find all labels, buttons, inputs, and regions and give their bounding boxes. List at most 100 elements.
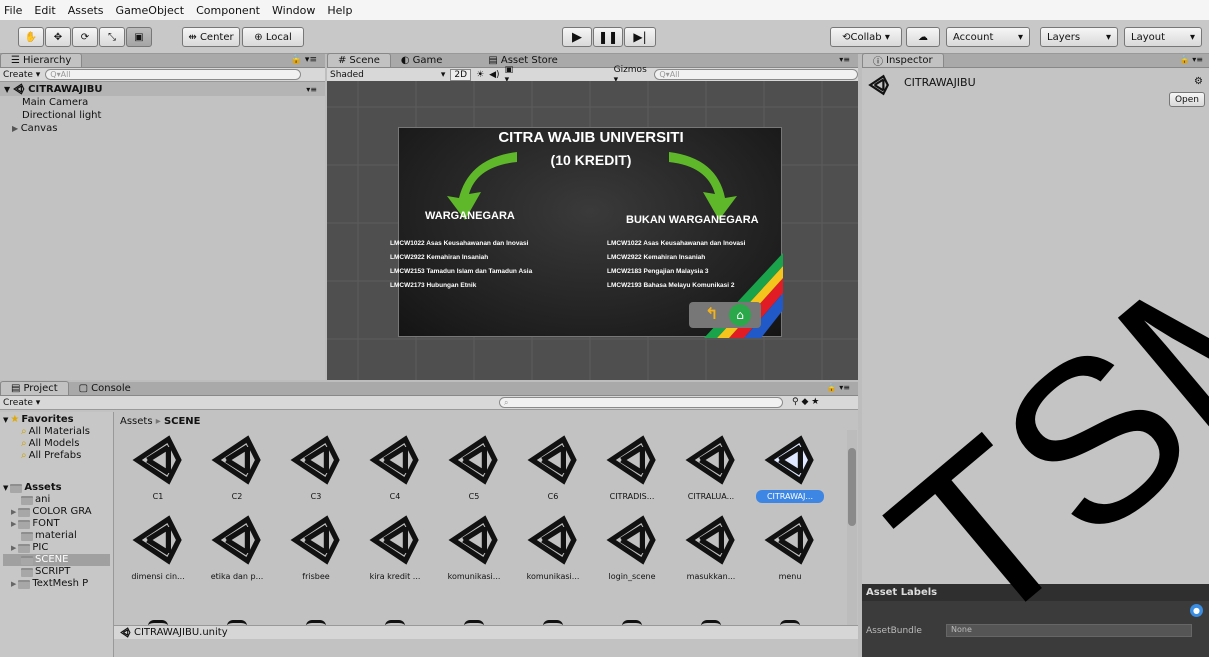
home-icon[interactable]: ⌂ [729, 304, 751, 326]
scene-asset-tile[interactable]: login_scene [592, 514, 672, 583]
folder-item-selected[interactable]: SCENE [3, 554, 110, 566]
inspector-panel: ⓘ Inspector 🔒 ▾≡ CITRAWAJIBU ⚙ Open Asset… [862, 53, 1209, 657]
menu-file[interactable]: File [4, 4, 22, 17]
scene-asset-tile[interactable]: C2 [197, 434, 277, 503]
tab-hierarchy[interactable]: ☰ Hierarchy [0, 53, 83, 67]
scene-root-row[interactable]: ▼ CITRAWAJIBU ▾≡ [0, 82, 325, 96]
tab-asset-store[interactable]: ▤ Asset Store [478, 53, 567, 67]
scene-asset-tile[interactable]: masukkan... [671, 514, 751, 583]
scene-asset-tile[interactable]: dimensi cin... [118, 514, 198, 583]
back-arrow-icon[interactable]: ↰ [705, 304, 718, 323]
panel-lock-icon[interactable]: 🔒 ▾≡ [1180, 55, 1203, 64]
label-tag-icon[interactable]: ● [1190, 604, 1203, 617]
expand-arrow-icon: ▶ [11, 508, 17, 516]
panel-lock-icon[interactable]: 🔒 ▾≡ [827, 383, 850, 392]
menu-edit[interactable]: Edit [34, 4, 55, 17]
menu-gameobject[interactable]: GameObject [116, 4, 185, 17]
scene-asset-label: login_scene [608, 572, 656, 581]
tab-project[interactable]: ▤ Project [0, 381, 69, 395]
scene-asset-tile[interactable]: komunikasi... [434, 514, 514, 583]
game-tab-label: Game [412, 54, 443, 66]
breadcrumb-scene[interactable]: SCENE [164, 416, 201, 427]
scene-asset-tile[interactable]: komunikasi... [513, 514, 593, 583]
scale-tool-icon[interactable]: ⤡ [99, 27, 125, 47]
scene-asset-label: komunikasi... [447, 572, 501, 581]
layers-dropdown[interactable]: Layers ▾ [1040, 27, 1118, 47]
tab-scene[interactable]: # Scene [327, 53, 391, 67]
shading-mode-dropdown[interactable]: Shaded [330, 70, 436, 80]
favorite-item[interactable]: ⌕ All Prefabs [3, 450, 110, 462]
folder-item[interactable]: material [3, 530, 110, 542]
open-button[interactable]: Open [1169, 92, 1205, 107]
scene-asset-label: masukkan... [686, 572, 736, 581]
pivot-toggle-button[interactable]: ⇹ Center [182, 27, 240, 47]
hierarchy-search-input[interactable]: Q▾All [45, 69, 302, 80]
scene-asset-tile[interactable]: CITRADIS... [592, 434, 672, 503]
scene-asset-tile[interactable]: frisbee [276, 514, 356, 583]
layout-dropdown[interactable]: Layout ▾ [1124, 27, 1202, 47]
scene-asset-tile[interactable]: CITRAWAJ... [750, 434, 830, 503]
account-dropdown[interactable]: Account ▾ [946, 27, 1030, 47]
scrollbar-thumb[interactable] [848, 448, 856, 526]
folder-item[interactable]: ▶ FONT [3, 518, 110, 530]
hierarchy-create-button[interactable]: Create ▾ [3, 70, 40, 80]
cloud-button[interactable]: ☁ [906, 27, 940, 47]
favorites-node[interactable]: ▼ ★ Favorites [3, 414, 110, 426]
scene-asset-tile[interactable]: menu [750, 514, 830, 583]
project-create-button[interactable]: Create ▾ [3, 398, 40, 408]
scene-asset-tile[interactable]: C6 [513, 434, 593, 503]
scene-asset-tile[interactable]: etika dan p... [197, 514, 277, 583]
scene-asset-tile[interactable]: CITRALUA... [671, 434, 751, 503]
filter-icons[interactable]: ⚲ ◆ ★ [792, 397, 819, 407]
play-button[interactable]: ▶ [562, 27, 592, 47]
menu-assets[interactable]: Assets [68, 4, 104, 17]
assets-node[interactable]: ▼ Assets [3, 482, 110, 494]
move-tool-icon[interactable]: ✥ [45, 27, 71, 47]
scene-asset-tile[interactable]: C1 [118, 434, 198, 503]
folder-item[interactable]: ani [3, 494, 110, 506]
panel-lock-icon[interactable]: 🔒 ▾≡ [291, 55, 317, 65]
folder-item[interactable]: ▶ COLOR GRA [3, 506, 110, 518]
folder-item[interactable]: ▶ TextMesh P [3, 578, 110, 590]
hand-tool-icon[interactable]: ✋ [18, 27, 44, 47]
lighting-toggle-icon[interactable]: ☀ [476, 70, 484, 80]
folder-icon [21, 555, 33, 565]
space-toggle-button[interactable]: ⊕ Local [242, 27, 304, 47]
folder-icon [10, 483, 23, 493]
scene-asset-tile[interactable]: C3 [276, 434, 356, 503]
tab-game[interactable]: ◐ Game [391, 53, 453, 67]
assetbundle-dropdown[interactable]: None [946, 624, 1192, 637]
scene-search-input[interactable]: Q▾All [654, 69, 858, 80]
unity-scene-icon [764, 435, 814, 485]
unity-scene-icon [369, 435, 419, 485]
audio-toggle-icon[interactable]: ◀) [489, 70, 499, 80]
hierarchy-item-canvas[interactable]: ▶ Canvas [0, 122, 325, 135]
folder-item[interactable]: SCRIPT [3, 566, 110, 578]
settings-gear-icon[interactable]: ⚙ [1194, 76, 1203, 87]
pause-button[interactable]: ❚❚ [593, 27, 623, 47]
asset-grid-scrollbar[interactable] [847, 430, 857, 630]
rect-tool-icon[interactable]: ▣ [126, 27, 152, 47]
menu-window[interactable]: Window [272, 4, 315, 17]
collab-dropdown[interactable]: ⟲ Collab ▾ [830, 27, 902, 47]
step-button[interactable]: ▶| [624, 27, 656, 47]
menu-help[interactable]: Help [327, 4, 352, 17]
favorite-item[interactable]: ⌕ All Materials [3, 426, 110, 438]
tab-console[interactable]: ▢ Console [69, 381, 141, 395]
project-search-input[interactable]: ⌕ [499, 397, 783, 408]
rotate-tool-icon[interactable]: ⟳ [72, 27, 98, 47]
folder-item[interactable]: ▶ PIC [3, 542, 110, 554]
scene-asset-tile[interactable]: C4 [355, 434, 435, 503]
scene-menu-icon[interactable]: ▾≡ [306, 85, 317, 94]
breadcrumb-assets[interactable]: Assets [120, 416, 153, 427]
scene-asset-tile[interactable]: kira kredit ... [355, 514, 435, 583]
favorite-item[interactable]: ⌕ All Models [3, 438, 110, 450]
pause-icon: ❚❚ [597, 30, 619, 44]
scene-asset-tile[interactable]: C5 [434, 434, 514, 503]
hierarchy-item-main-camera[interactable]: Main Camera [0, 96, 325, 109]
menu-component[interactable]: Component [196, 4, 260, 17]
2d-toggle[interactable]: 2D [450, 68, 472, 81]
hierarchy-item-directional-light[interactable]: Directional light [0, 109, 325, 122]
tab-inspector[interactable]: ⓘ Inspector [862, 53, 944, 68]
panel-menu-icon[interactable]: ▾≡ [839, 55, 850, 64]
